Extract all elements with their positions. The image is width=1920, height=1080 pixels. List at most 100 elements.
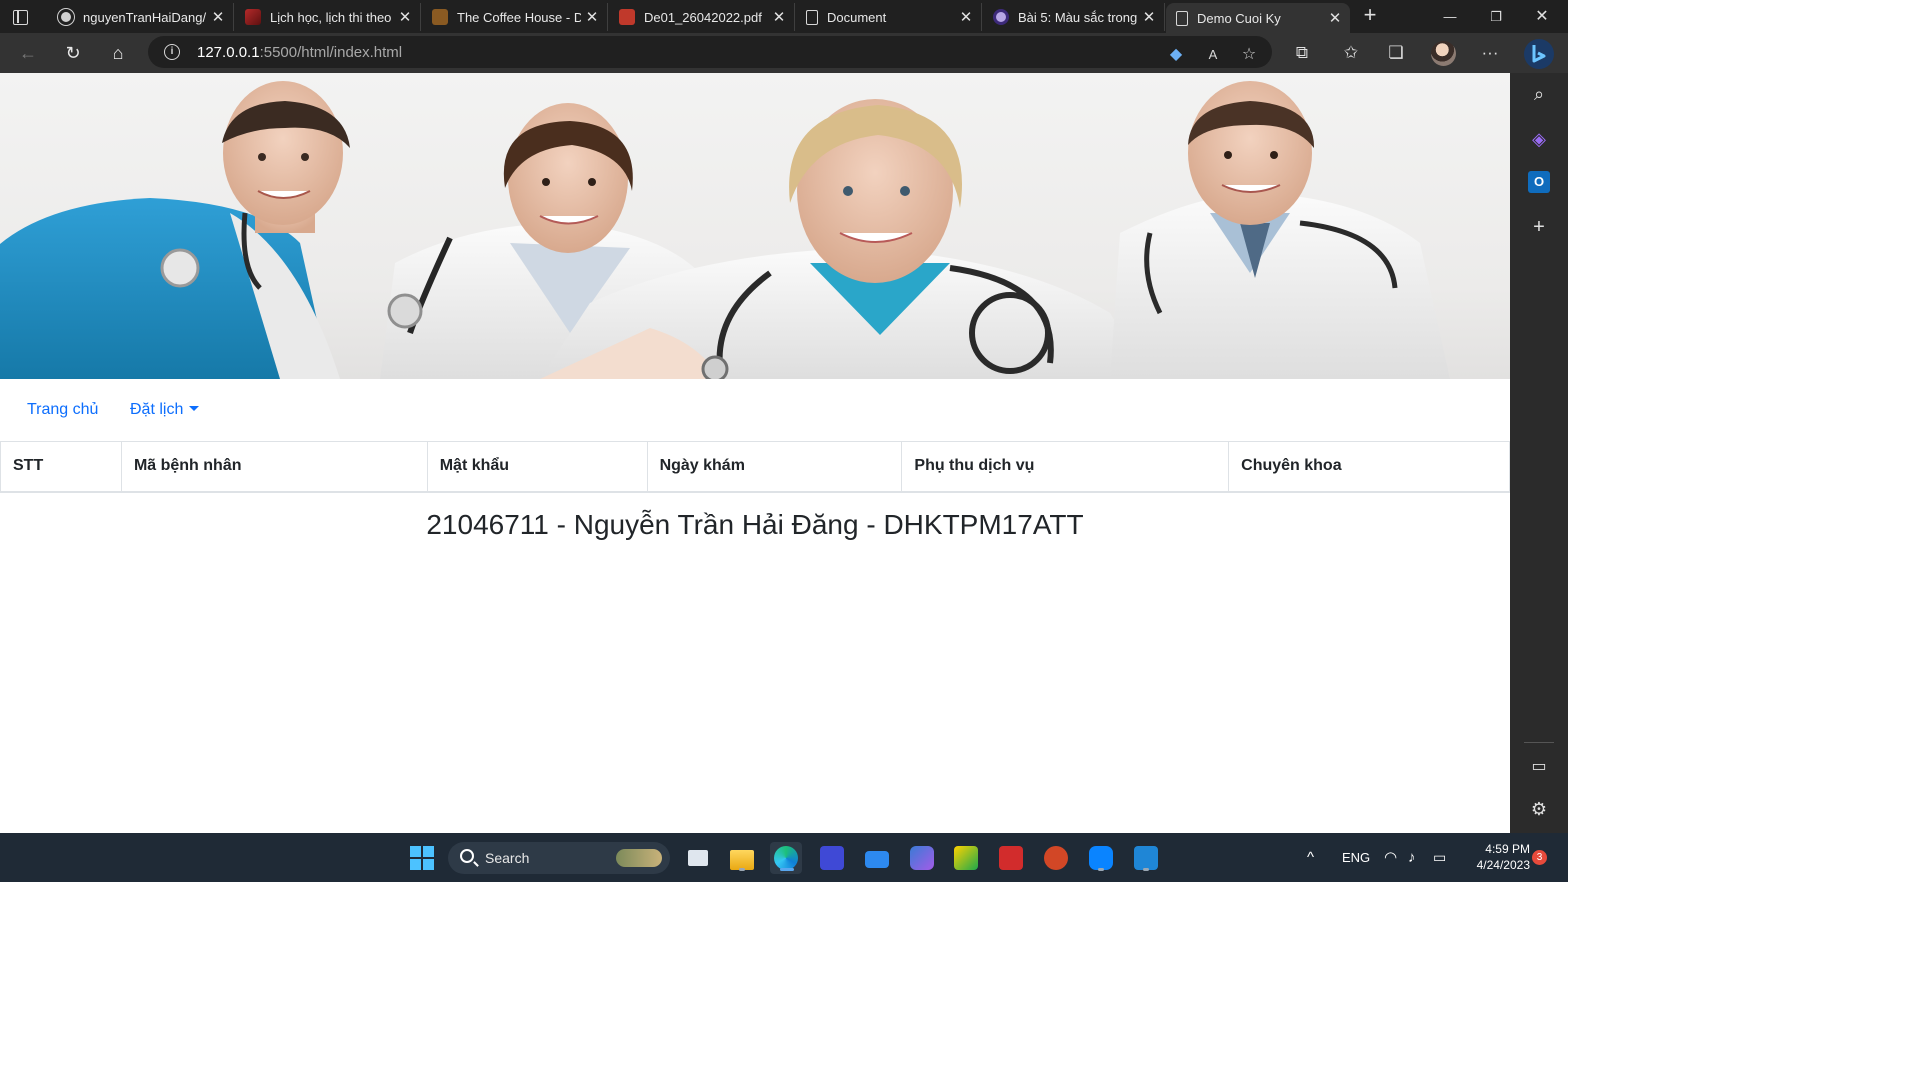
- tab-document[interactable]: Document ✕: [796, 3, 982, 31]
- notification-badge[interactable]: 3: [1532, 850, 1547, 865]
- column-header-stt: STT: [0, 441, 122, 493]
- close-icon[interactable]: ✕: [768, 8, 790, 26]
- collections-icon[interactable]: ❏: [1384, 42, 1408, 64]
- student-info-heading: 21046711 - Nguyễn Trần Hải Đăng - DHKTPM…: [426, 509, 1084, 540]
- tab-title: nguyenTranHaiDang/E: [83, 9, 207, 25]
- running-indicator: [1098, 868, 1104, 871]
- search-label: Search: [485, 850, 530, 866]
- clock-date: 4/24/2023: [1476, 858, 1530, 872]
- column-header-service-surcharge: Phụ thu dịch vụ: [901, 441, 1230, 493]
- show-hidden-icons-icon[interactable]: ^: [1307, 833, 1314, 882]
- tab-coffee-house[interactable]: The Coffee House - Dr ✕: [422, 3, 608, 31]
- column-header-exam-date: Ngày khám: [646, 441, 903, 493]
- close-icon[interactable]: ✕: [955, 8, 977, 26]
- doctors-banner-image: [0, 73, 1510, 379]
- close-icon[interactable]: ✕: [1324, 9, 1346, 27]
- restore-button[interactable]: ❐: [1473, 0, 1519, 33]
- add-icon[interactable]: +: [1528, 216, 1550, 238]
- more-menu-icon[interactable]: ···: [1478, 42, 1502, 64]
- tab-strip: nguyenTranHaiDang/E ✕ Lịch học, lịch thi…: [0, 0, 1568, 33]
- doctors-illustration: [0, 81, 1450, 379]
- running-indicator: [739, 868, 745, 871]
- wps-office-icon[interactable]: [995, 842, 1027, 874]
- wifi-icon[interactable]: ◠: [1384, 833, 1397, 882]
- add-favorite-icon[interactable]: ☆: [1239, 45, 1259, 65]
- url-text[interactable]: 127.0.0.1:5500/html/index.html: [197, 44, 402, 61]
- address-bar[interactable]: i 127.0.0.1:5500/html/index.html ◆ A ☆: [148, 36, 1272, 68]
- copilot-taskbar-icon[interactable]: [906, 842, 938, 874]
- browser-toolbar: ← ↻ ⌂ i 127.0.0.1:5500/html/index.html ◆…: [0, 33, 1568, 73]
- iuh-icon: [245, 9, 261, 25]
- clock-time: 4:59 PM: [1485, 842, 1530, 856]
- back-button[interactable]: ←: [14, 39, 42, 67]
- tab-actions-icon[interactable]: [9, 6, 31, 28]
- nav-link-home[interactable]: Trang chủ: [27, 401, 98, 419]
- url-host: 127.0.0.1: [197, 44, 260, 61]
- battery-icon[interactable]: ▭: [1433, 833, 1446, 882]
- bing-chat-icon[interactable]: [1522, 37, 1556, 71]
- copilot-icon[interactable]: ◈: [1528, 128, 1550, 150]
- search-icon[interactable]: ⌕: [1528, 83, 1550, 105]
- mail-icon[interactable]: [861, 842, 893, 874]
- close-icon[interactable]: ✕: [394, 8, 416, 26]
- settings-icon[interactable]: ⚙: [1528, 798, 1550, 820]
- site-info-icon[interactable]: i: [164, 44, 180, 60]
- tag-icon[interactable]: ◆: [1166, 45, 1186, 65]
- document-icon: [806, 9, 818, 25]
- tab-demo-cuoi-ky[interactable]: Demo Cuoi Ky ✕: [1166, 3, 1350, 33]
- tab-title: De01_26042022.pdf: [644, 9, 762, 25]
- tab-github[interactable]: nguyenTranHaiDang/E ✕: [48, 3, 234, 31]
- taskbar-clock[interactable]: 4:59 PM 4/24/2023: [1462, 841, 1530, 873]
- powerpoint-icon[interactable]: [1040, 842, 1072, 874]
- running-indicator: [780, 868, 794, 871]
- column-header-password: Mật khẩu: [426, 441, 648, 493]
- nav-dropdown-booking[interactable]: Đặt lịch: [130, 401, 200, 419]
- column-header-specialty: Chuyên khoa: [1228, 441, 1510, 493]
- file-explorer-icon[interactable]: [726, 842, 758, 874]
- course-icon: [993, 9, 1009, 25]
- patient-table: STT Mã bệnh nhân Mật khẩu Ngày khám Phụ …: [0, 441, 1510, 493]
- close-icon[interactable]: ✕: [581, 8, 603, 26]
- taskbar-search[interactable]: Search: [448, 842, 670, 874]
- nav-dropdown-label: Đặt lịch: [130, 401, 184, 418]
- home-button[interactable]: ⌂: [104, 39, 132, 67]
- refresh-button[interactable]: ↻: [59, 39, 87, 67]
- caret-down-icon: [189, 406, 200, 411]
- tab-title: Demo Cuoi Ky: [1197, 10, 1281, 26]
- close-icon[interactable]: ✕: [207, 8, 229, 26]
- favorites-icon[interactable]: ✩: [1339, 42, 1363, 64]
- stack-app-icon[interactable]: [816, 842, 848, 874]
- tab-pdf[interactable]: De01_26042022.pdf ✕: [609, 3, 795, 31]
- vscode-icon[interactable]: [1130, 842, 1162, 874]
- windows-start-icon[interactable]: [410, 846, 434, 870]
- tab-title: Document: [827, 9, 887, 25]
- split-screen-icon[interactable]: ▭: [1528, 756, 1550, 778]
- edge-taskbar-icon[interactable]: [770, 842, 802, 874]
- close-icon[interactable]: ✕: [1138, 8, 1160, 26]
- extensions-icon[interactable]: ⧉: [1290, 42, 1314, 64]
- read-aloud-icon[interactable]: A: [1203, 45, 1223, 65]
- page-viewport: Trang chủ Đặt lịch STT Mã bệnh nhân Mật …: [0, 73, 1510, 833]
- outlook-icon[interactable]: O: [1528, 171, 1550, 193]
- zalo-icon[interactable]: [1085, 842, 1117, 874]
- search-highlight-icon: [616, 849, 662, 867]
- tab-lesson[interactable]: Bài 5: Màu sắc trong E ✕: [983, 3, 1165, 31]
- sidebar-divider: [1524, 742, 1554, 743]
- table-header-row: STT Mã bệnh nhân Mật khẩu Ngày khám Phụ …: [0, 441, 1510, 493]
- document-icon: [1176, 10, 1188, 26]
- task-view-icon[interactable]: [682, 842, 714, 874]
- windows-taskbar: Search ^ ENG ◠ ♪ ▭ 4:59 PM 4/24/2023 3: [0, 833, 1568, 882]
- coffee-house-icon: [432, 9, 448, 25]
- minimize-button[interactable]: —: [1427, 0, 1473, 33]
- page-navbar: Trang chủ Đặt lịch: [0, 379, 1510, 441]
- pdf-icon: [619, 9, 635, 25]
- tab-schedule[interactable]: Lịch học, lịch thi theo ✕: [235, 3, 421, 31]
- tab-title: The Coffee House - Dr: [457, 9, 581, 25]
- new-tab-button[interactable]: +: [1358, 4, 1382, 28]
- github-icon: [58, 9, 74, 25]
- language-indicator[interactable]: ENG: [1342, 833, 1370, 882]
- close-window-button[interactable]: ✕: [1519, 0, 1565, 33]
- profile-avatar[interactable]: [1431, 41, 1456, 66]
- sticky-app-icon[interactable]: [950, 842, 982, 874]
- volume-icon[interactable]: ♪: [1408, 833, 1416, 882]
